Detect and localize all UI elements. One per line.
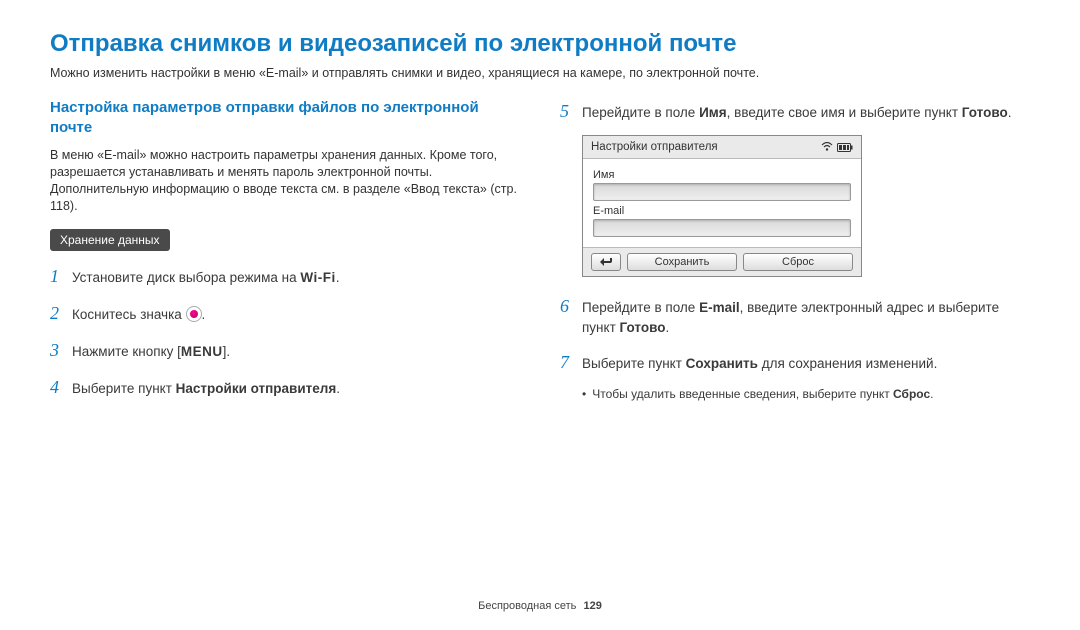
- device-screenshot: Настройки отправителя Имя E-mail: [582, 135, 862, 277]
- menu-glyph: MENU: [181, 344, 223, 359]
- text-bold: E-mail: [699, 300, 740, 315]
- text-bold: Имя: [699, 105, 727, 120]
- text-bold: Сохранить: [686, 356, 758, 371]
- back-arrow-icon: [600, 258, 612, 266]
- email-label: E-mail: [593, 205, 851, 217]
- section-title: Настройка параметров отправки файлов по …: [50, 98, 520, 137]
- text-bold: Сброс: [893, 387, 930, 401]
- intro-text: Можно изменить настройки в меню «E-mail»…: [50, 66, 1030, 80]
- step-number: 2: [50, 300, 72, 327]
- step-text: Установите диск выбора режима на Wi-Fi.: [72, 268, 520, 288]
- text: Чтобы удалить введенные сведения, выбери…: [592, 387, 893, 401]
- screenshot-header: Настройки отправителя: [583, 136, 861, 159]
- step-text: Перейдите в поле E-mail, введите электро…: [582, 298, 1030, 339]
- text: для сохранения изменений.: [758, 356, 937, 371]
- step-number: 5: [560, 98, 582, 125]
- step-text: Выберите пункт Настройки отправителя.: [72, 379, 520, 399]
- bullet-icon: •: [582, 386, 586, 403]
- text: Перейдите в поле: [582, 105, 699, 120]
- storage-tag: Хранение данных: [50, 229, 170, 251]
- steps-left: 1 Установите диск выбора режима на Wi-Fi…: [50, 263, 520, 401]
- save-button[interactable]: Сохранить: [627, 253, 737, 271]
- text: .: [665, 320, 669, 335]
- step-number: 4: [50, 374, 72, 401]
- text: .: [1008, 105, 1012, 120]
- text-bold: Готово: [962, 105, 1008, 120]
- bullet-note: • Чтобы удалить введенные сведения, выбе…: [582, 386, 1030, 403]
- step-number: 3: [50, 337, 72, 364]
- name-label: Имя: [593, 169, 851, 181]
- section-paragraph: В меню «E-mail» можно настроить параметр…: [50, 147, 520, 215]
- wifi-icon: [821, 142, 833, 152]
- screenshot-footer: Сохранить Сброс: [583, 247, 861, 276]
- text: Выберите пункт: [582, 356, 686, 371]
- step-number: 1: [50, 263, 72, 290]
- step-1: 1 Установите диск выбора режима на Wi-Fi…: [50, 263, 520, 290]
- step-7: 7 Выберите пункт Сохранить для сохранени…: [560, 349, 1030, 376]
- text-bold: Готово: [620, 320, 666, 335]
- text: .: [336, 381, 340, 396]
- text: Установите диск выбора режима на: [72, 270, 300, 285]
- step-5: 5 Перейдите в поле Имя, введите свое имя…: [560, 98, 1030, 125]
- page-footer: Беспроводная сеть 129: [0, 600, 1080, 612]
- columns: Настройка параметров отправки файлов по …: [50, 98, 1030, 411]
- email-input[interactable]: [593, 219, 851, 237]
- text: Нажмите кнопку [: [72, 344, 181, 359]
- step-number: 7: [560, 349, 582, 376]
- step-text: Нажмите кнопку [MENU].: [72, 342, 520, 362]
- screenshot-title: Настройки отправителя: [591, 141, 718, 153]
- text: Перейдите в поле: [582, 300, 699, 315]
- text: , введите свое имя и выберите пункт: [727, 105, 962, 120]
- text: .: [930, 387, 933, 401]
- text: Выберите пункт: [72, 381, 176, 396]
- text: .: [202, 307, 206, 322]
- right-column: 5 Перейдите в поле Имя, введите свое имя…: [560, 98, 1030, 411]
- page-number: 129: [583, 600, 601, 612]
- text-bold: Настройки отправителя: [176, 381, 337, 396]
- status-icons: [821, 142, 853, 152]
- footer-section: Беспроводная сеть: [478, 600, 576, 612]
- bullet-text: Чтобы удалить введенные сведения, выбери…: [592, 386, 933, 403]
- step-2: 2 Коснитесь значка .: [50, 300, 520, 327]
- name-input[interactable]: [593, 183, 851, 201]
- text: Коснитесь значка: [72, 307, 186, 322]
- wifi-glyph: Wi-Fi: [300, 270, 335, 285]
- back-button[interactable]: [591, 253, 621, 271]
- step-3: 3 Нажмите кнопку [MENU].: [50, 337, 520, 364]
- battery-icon: [837, 143, 853, 152]
- step-number: 6: [560, 293, 582, 320]
- reset-button[interactable]: Сброс: [743, 253, 853, 271]
- step-4: 4 Выберите пункт Настройки отправителя.: [50, 374, 520, 401]
- text: .: [336, 270, 340, 285]
- text: ].: [223, 344, 231, 359]
- step-text: Выберите пункт Сохранить для сохранения …: [582, 354, 1030, 374]
- screenshot-body: Имя E-mail: [583, 159, 861, 247]
- step-text: Коснитесь значка .: [72, 305, 520, 325]
- steps-right: 5 Перейдите в поле Имя, введите свое имя…: [560, 98, 1030, 402]
- left-column: Настройка параметров отправки файлов по …: [50, 98, 520, 411]
- step-6: 6 Перейдите в поле E-mail, введите элект…: [560, 293, 1030, 339]
- step-text: Перейдите в поле Имя, введите свое имя и…: [582, 103, 1030, 123]
- mail-icon: [186, 306, 202, 322]
- page-title: Отправка снимков и видеозаписей по элект…: [50, 30, 1030, 58]
